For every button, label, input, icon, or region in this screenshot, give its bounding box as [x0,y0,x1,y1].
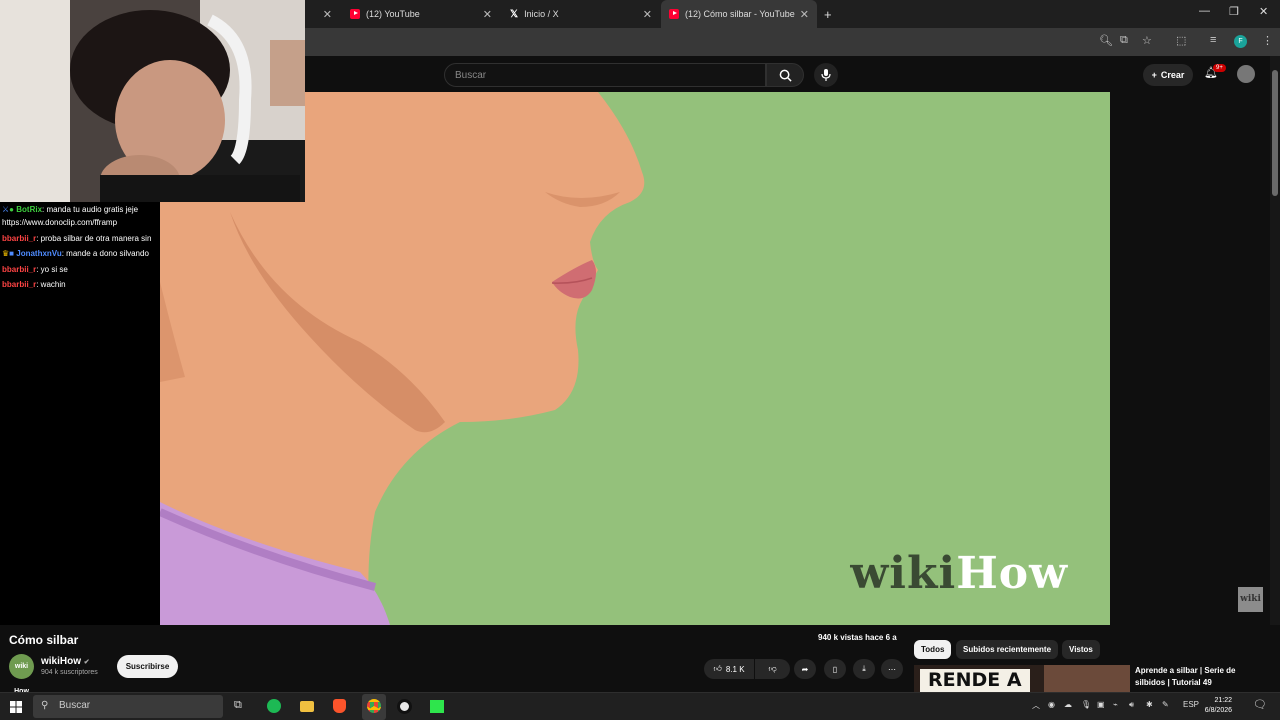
badge-icon: ■ [9,249,15,258]
chrome-icon [367,699,381,713]
download-button[interactable]: ⤓ [853,659,875,679]
filter-chip-todos[interactable]: Todos [914,640,952,659]
tab-partial[interactable]: ✕ [305,0,340,28]
pen-tray-icon[interactable]: ✎ [1162,700,1169,709]
channel-avatar[interactable]: wiki How [9,654,34,695]
wikihow-watermark: wikiHow [850,548,1068,599]
recommended-video-thumbnail[interactable]: RENDE A [914,665,1130,692]
kick-icon[interactable] [430,700,444,713]
filter-chip-recientes[interactable]: Subidos recientemente [956,640,1059,659]
chat-message: bbarbii_r: proba silbar de otra manera s… [2,234,152,243]
install-icon[interactable]: ⧉ [1120,34,1128,47]
search-icon: ⚲ [41,700,49,711]
zoom-icon[interactable]: 🔍︎ [1099,34,1113,47]
verified-check-icon: ✔ [83,659,90,666]
discord-tray-icon[interactable]: ◉ [1048,700,1055,709]
subscribe-button[interactable]: Suscribirse [117,655,178,678]
view-count: 940 k vistas hace 6 a [818,633,897,642]
notification-center-icon[interactable]: 🗨︎ [1253,698,1267,711]
media-control-icon[interactable]: ≡ [1210,34,1216,46]
create-label: Crear [1160,70,1185,80]
tab-label: Inicio / X [524,9,559,19]
like-button[interactable]: 👍︎ 8.1 K [704,659,754,679]
youtube-icon [350,9,360,19]
share-icon: ➦ [801,664,809,674]
close-icon[interactable]: ✕ [643,8,652,21]
spotify-icon[interactable] [267,699,281,713]
search-button[interactable] [766,63,804,87]
extensions-icon[interactable]: ⬚ [1176,34,1186,47]
close-icon[interactable]: ✕ [323,8,332,21]
share-button[interactable]: ➦ [794,659,816,679]
menu-kebab-icon[interactable]: ⋮ [1262,34,1273,47]
network-tray-icon[interactable]: ⌁ [1113,700,1118,709]
channel-name[interactable]: wikiHow ✔ [41,656,90,667]
tab-youtube-home[interactable]: (12) YouTube ✕ [342,0,500,28]
subscriber-count: 904 k suscriptores [41,669,98,676]
close-window-icon[interactable]: ✕ [1259,5,1268,18]
thumbnail-face [1044,665,1130,692]
dislike-button[interactable]: 👎︎ [755,659,790,679]
thumbnail-text: RENDE A [920,669,1030,692]
bookmark-star-icon[interactable]: ☆ [1142,34,1152,47]
more-icon: ⋯ [888,664,896,674]
obs-icon[interactable] [397,699,412,714]
chat-message: bbarbii_r: wachin [2,280,66,289]
taskbar-search-input[interactable]: Buscar [33,695,223,718]
thumbs-up-icon: 👍︎ [713,664,722,673]
filter-chip-vistos[interactable]: Vistos [1062,640,1100,659]
search-icon [779,69,792,82]
tab-label: (12) YouTube [366,9,420,19]
search-input[interactable]: Buscar [444,63,766,87]
restore-icon[interactable]: ❐ [1229,5,1239,18]
user-avatar[interactable] [1237,65,1255,83]
volume-tray-icon[interactable]: 🔊︎ [1129,700,1134,710]
youtube-icon [669,9,679,19]
close-icon[interactable]: ✕ [483,8,492,21]
notification-badge: 9+ [1213,64,1226,72]
language-indicator[interactable]: ESP [1183,700,1199,709]
chrome-taskbar-active[interactable] [362,694,386,720]
chat-message: ♛■ JonathxnVu: mande a dono silvando [2,249,149,258]
close-icon[interactable]: ✕ [800,8,809,21]
tray-expand-icon[interactable]: ︿ [1032,700,1040,711]
cloud-tray-icon[interactable]: ☁ [1064,700,1072,709]
bluetooth-tray-icon[interactable]: ✱ [1146,700,1153,709]
profile-icon[interactable]: F [1234,35,1247,48]
voice-search-button[interactable] [814,63,838,87]
microphone-tray-icon[interactable]: 🎙︎ [1081,700,1091,709]
more-actions-button[interactable]: ⋯ [881,659,903,679]
windows-start-icon[interactable] [10,700,22,713]
plus-icon: + [1151,70,1157,80]
task-view-icon[interactable]: ⧉ [234,699,242,712]
streamer-webcam [0,0,305,202]
taskbar-clock[interactable]: 21:22 6/8/2026 [1202,696,1232,716]
video-letterbox [1110,92,1270,625]
scrollbar-thumb[interactable] [1272,70,1278,196]
video-title: Cómo silbar [9,633,79,647]
verified-icon: ● [9,205,15,214]
create-button[interactable]: + Crear [1143,64,1193,86]
channel-branding-logo[interactable]: wiki [1238,587,1263,612]
recommended-video-title[interactable]: Aprende a silbar | Serie de silbidos | T… [1135,665,1265,689]
minimize-icon[interactable]: — [1199,5,1210,17]
chat-message: ⚔● BotRix: manda tu audio gratis jeje [2,205,139,214]
save-button[interactable]: ▯ [824,659,846,679]
file-explorer-icon[interactable] [300,701,314,712]
tab-como-silbar[interactable]: (12) Cómo silbar - YouTube ✕ [661,0,817,28]
tab-x-home[interactable]: 𝕏 Inicio / X ✕ [502,0,660,28]
bookmark-icon: ▯ [832,664,838,674]
brave-icon[interactable] [333,699,346,713]
microphone-icon [821,69,831,81]
new-tab-button[interactable]: + [824,0,832,28]
x-icon: 𝕏 [510,9,519,20]
display-tray-icon[interactable]: ▣ [1097,700,1105,709]
chat-message: https://www.donoclip.com/fframp [2,218,118,227]
thumbs-down-icon: 👎︎ [768,664,777,673]
tab-label: (12) Cómo silbar - YouTube [685,9,795,19]
download-icon: ⤓ [862,664,866,673]
webcam-feed [0,0,305,202]
chat-message: bbarbii_r: yo si se [2,265,68,274]
